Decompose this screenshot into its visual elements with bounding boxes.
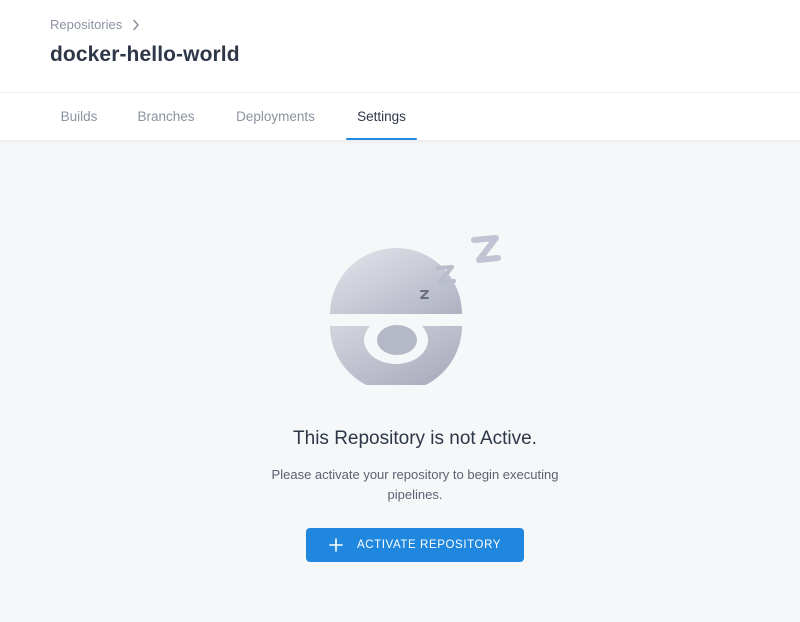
plus-icon (329, 538, 343, 552)
activate-repository-button[interactable]: ACTIVATE REPOSITORY (306, 528, 524, 562)
breadcrumb: Repositories (50, 17, 142, 32)
sleeping-ball-icon (326, 230, 506, 392)
tab-bar: Builds Branches Deployments Settings (0, 93, 800, 140)
breadcrumb-repositories-link[interactable]: Repositories (50, 17, 122, 32)
tab-builds[interactable]: Builds (59, 93, 99, 140)
tab-branches[interactable]: Branches (135, 93, 197, 140)
page-title: docker-hello-world (50, 43, 240, 66)
tab-deployments[interactable]: Deployments (233, 93, 318, 140)
activate-repository-label: ACTIVATE REPOSITORY (356, 539, 502, 551)
chevron-right-icon (132, 19, 142, 31)
empty-state-title: This Repository is not Active. (293, 428, 537, 449)
tab-settings[interactable]: Settings (346, 93, 417, 140)
repo-header: Repositories docker-hello-world (0, 0, 800, 93)
empty-state-description: Please activate your repository to begin… (271, 467, 559, 502)
